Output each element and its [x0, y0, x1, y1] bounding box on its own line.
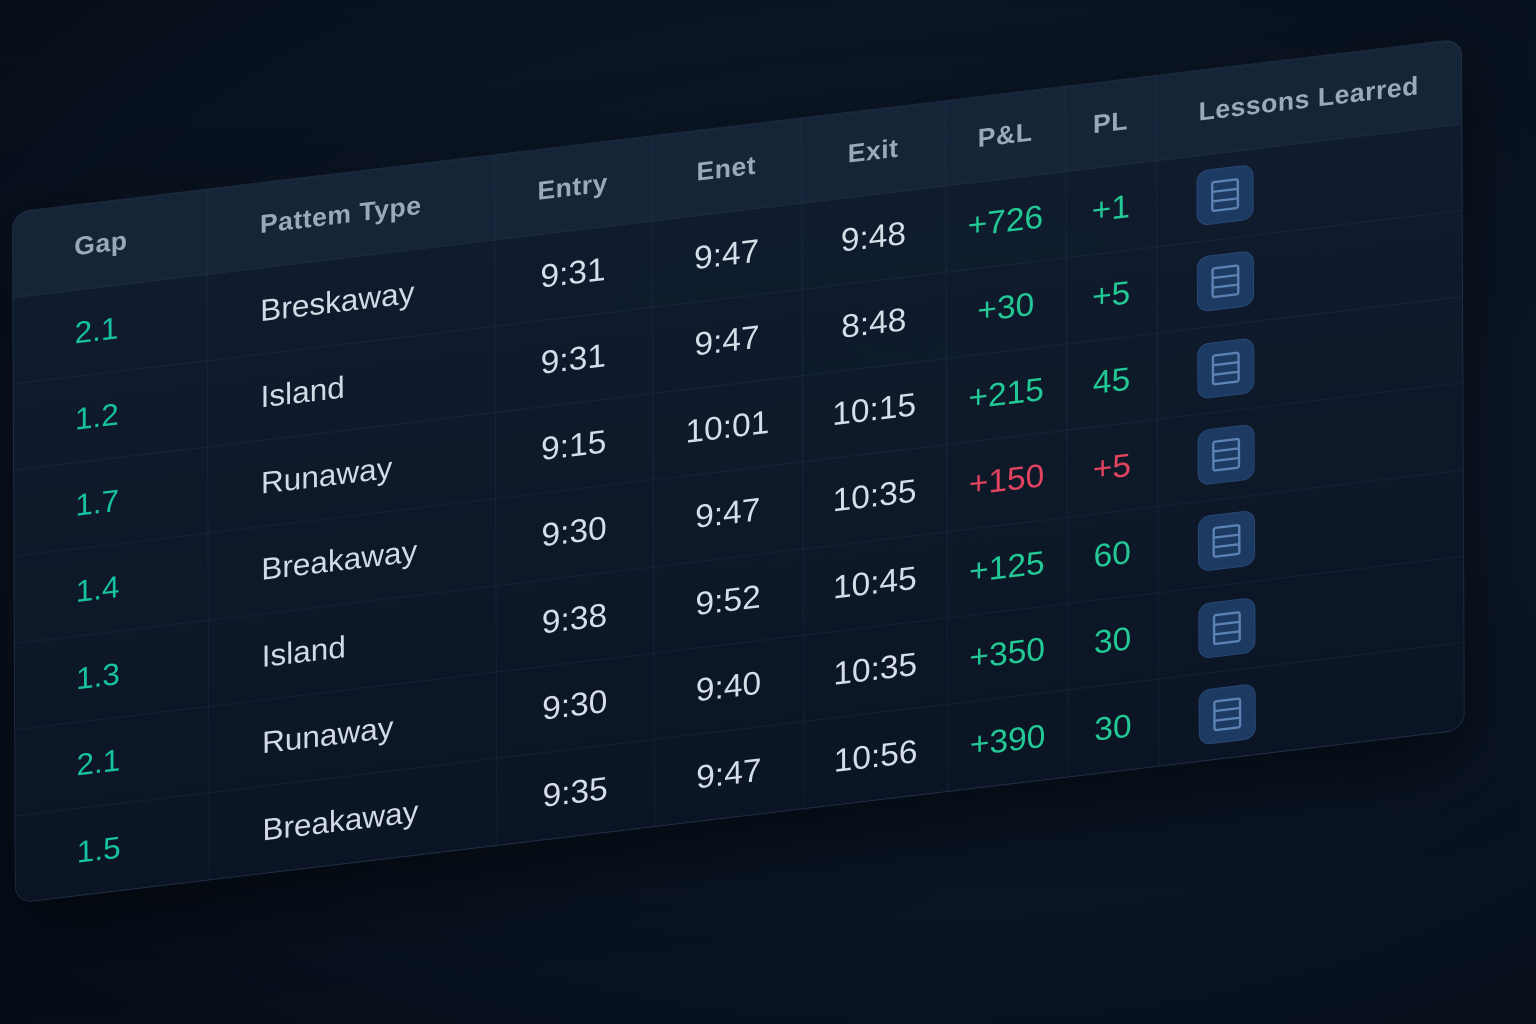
- lessons-notes-button[interactable]: [1197, 510, 1255, 573]
- notes-icon: [1212, 697, 1241, 732]
- notes-icon: [1211, 437, 1240, 472]
- pnl-cell: +30: [945, 257, 1067, 359]
- pl-cell: +1: [1065, 160, 1157, 258]
- lessons-notes-button[interactable]: [1196, 250, 1254, 314]
- pl-cell: +5: [1066, 419, 1158, 518]
- notes-icon: [1210, 264, 1239, 299]
- pnl-cell: +390: [947, 690, 1068, 791]
- notes-icon: [1211, 524, 1241, 559]
- column-header-pnl[interactable]: P&L: [944, 86, 1066, 186]
- pnl-cell: +150: [946, 430, 1067, 532]
- notes-icon: [1212, 610, 1241, 645]
- enet-cell: 9:47: [653, 721, 804, 827]
- pnl-cell: +215: [945, 344, 1067, 445]
- lessons-notes-button[interactable]: [1197, 596, 1256, 659]
- pl-cell: 30: [1067, 592, 1159, 691]
- lessons-notes-button[interactable]: [1195, 164, 1254, 227]
- lessons-notes-button[interactable]: [1196, 337, 1254, 400]
- entry-cell: 9:35: [496, 739, 655, 846]
- pnl-cell: +350: [946, 603, 1068, 705]
- pl-cell: +5: [1065, 246, 1157, 345]
- pl-cell: 30: [1067, 679, 1159, 777]
- pl-cell: 45: [1066, 333, 1158, 431]
- pl-cell: 60: [1066, 506, 1158, 604]
- notes-icon: [1211, 351, 1240, 386]
- stage: Gap Pattem Type Entry Enet Exit P&L PL L…: [0, 0, 1536, 1024]
- notes-icon: [1210, 178, 1239, 213]
- pnl-cell: +726: [945, 171, 1066, 273]
- column-header-pl[interactable]: PL: [1064, 75, 1156, 172]
- pnl-cell: +125: [946, 517, 1068, 618]
- lessons-notes-button[interactable]: [1196, 423, 1255, 486]
- exit-cell: 10:56: [803, 704, 948, 809]
- lessons-notes-button[interactable]: [1198, 683, 1256, 746]
